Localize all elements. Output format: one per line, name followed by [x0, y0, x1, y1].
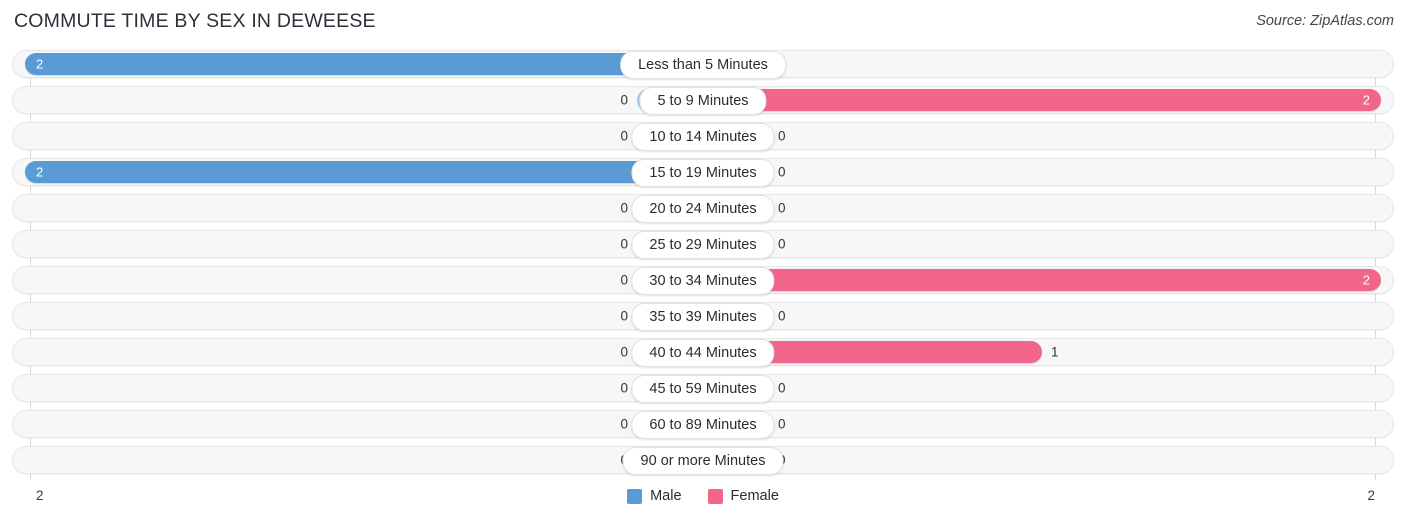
bar-row: 0 0 35 to 39 Minutes — [0, 302, 1406, 331]
category-label: 5 to 9 Minutes — [639, 87, 767, 115]
plot-area: 20Less than 5 Minutes025 to 9 Minutes001… — [0, 50, 1406, 480]
female-bar-group: 2 — [703, 269, 1381, 291]
source-attribution: Source: ZipAtlas.com — [1256, 13, 1394, 29]
page-title: COMMUTE TIME BY SEX IN DEWEESE — [14, 10, 376, 32]
category-label: 35 to 39 Minutes — [631, 303, 775, 331]
female-value-label: 0 — [778, 416, 786, 432]
female-value-label: 0 — [778, 128, 786, 144]
bar-row: 0 2 30 to 34 Minutes — [0, 266, 1406, 295]
female-bar-group: 2 — [703, 89, 1381, 111]
male-bar-group: 2 — [25, 53, 703, 75]
category-label: Less than 5 Minutes — [620, 51, 786, 79]
chart-legend: Male Female — [0, 488, 1406, 504]
legend-item-male[interactable]: Male — [627, 488, 682, 504]
legend-item-female[interactable]: Female — [707, 488, 779, 504]
female-bar[interactable]: 2 — [703, 89, 1381, 111]
category-label: 30 to 34 Minutes — [631, 267, 775, 295]
male-value-label: 0 — [620, 272, 628, 288]
male-value-label: 2 — [36, 56, 44, 72]
male-value-label: 0 — [620, 92, 628, 108]
male-value-label: 0 — [620, 416, 628, 432]
legend-label-female: Female — [730, 488, 779, 504]
chart-footer: 2 2 Male Female — [0, 484, 1406, 523]
female-value-label: 0 — [778, 308, 786, 324]
category-label: 60 to 89 Minutes — [631, 411, 775, 439]
chart-page: COMMUTE TIME BY SEX IN DEWEESE Source: Z… — [0, 0, 1406, 523]
male-value-label: 2 — [36, 164, 44, 180]
bar-row: 0 0 20 to 24 Minutes — [0, 194, 1406, 223]
legend-swatch-female-icon — [707, 488, 723, 504]
female-value-label: 0 — [778, 380, 786, 396]
female-value-label: 0 — [778, 164, 786, 180]
bar-row: 0 1 40 to 44 Minutes — [0, 338, 1406, 367]
category-label: 10 to 14 Minutes — [631, 123, 775, 151]
male-value-label: 0 — [620, 308, 628, 324]
female-value-label: 0 — [778, 200, 786, 216]
male-bar[interactable]: 2 — [25, 161, 703, 183]
bar-row: 20Less than 5 Minutes — [0, 50, 1406, 79]
male-value-label: 0 — [620, 128, 628, 144]
bar-row: 2 0 15 to 19 Minutes — [0, 158, 1406, 187]
female-value-label: 2 — [1362, 272, 1370, 288]
bar-row: 0 2 5 to 9 Minutes — [0, 86, 1406, 115]
bar-row: 0 0 60 to 89 Minutes — [0, 410, 1406, 439]
bar-row: 0 0 25 to 29 Minutes — [0, 230, 1406, 259]
female-value-label: 2 — [1362, 92, 1370, 108]
category-label: 90 or more Minutes — [622, 447, 784, 475]
male-value-label: 0 — [620, 236, 628, 252]
female-bar[interactable]: 2 — [703, 269, 1381, 291]
male-value-label: 0 — [620, 200, 628, 216]
bar-row: 0 0 10 to 14 Minutes — [0, 122, 1406, 151]
female-value-label: 0 — [778, 236, 786, 252]
male-value-label: 0 — [620, 344, 628, 360]
legend-label-male: Male — [650, 488, 682, 504]
bar-row: 0 0 45 to 59 Minutes — [0, 374, 1406, 403]
female-value-label: 1 — [1051, 344, 1059, 360]
male-bar-group: 2 — [25, 161, 703, 183]
category-label: 15 to 19 Minutes — [631, 159, 775, 187]
category-label: 45 to 59 Minutes — [631, 375, 775, 403]
bar-row: 0090 or more Minutes — [0, 446, 1406, 475]
category-label: 40 to 44 Minutes — [631, 339, 775, 367]
male-value-label: 0 — [620, 380, 628, 396]
bar-row-list: 20Less than 5 Minutes025 to 9 Minutes001… — [0, 50, 1406, 482]
category-label: 25 to 29 Minutes — [631, 231, 775, 259]
category-label: 20 to 24 Minutes — [631, 195, 775, 223]
male-bar[interactable]: 2 — [25, 53, 703, 75]
legend-swatch-male-icon — [627, 488, 643, 504]
